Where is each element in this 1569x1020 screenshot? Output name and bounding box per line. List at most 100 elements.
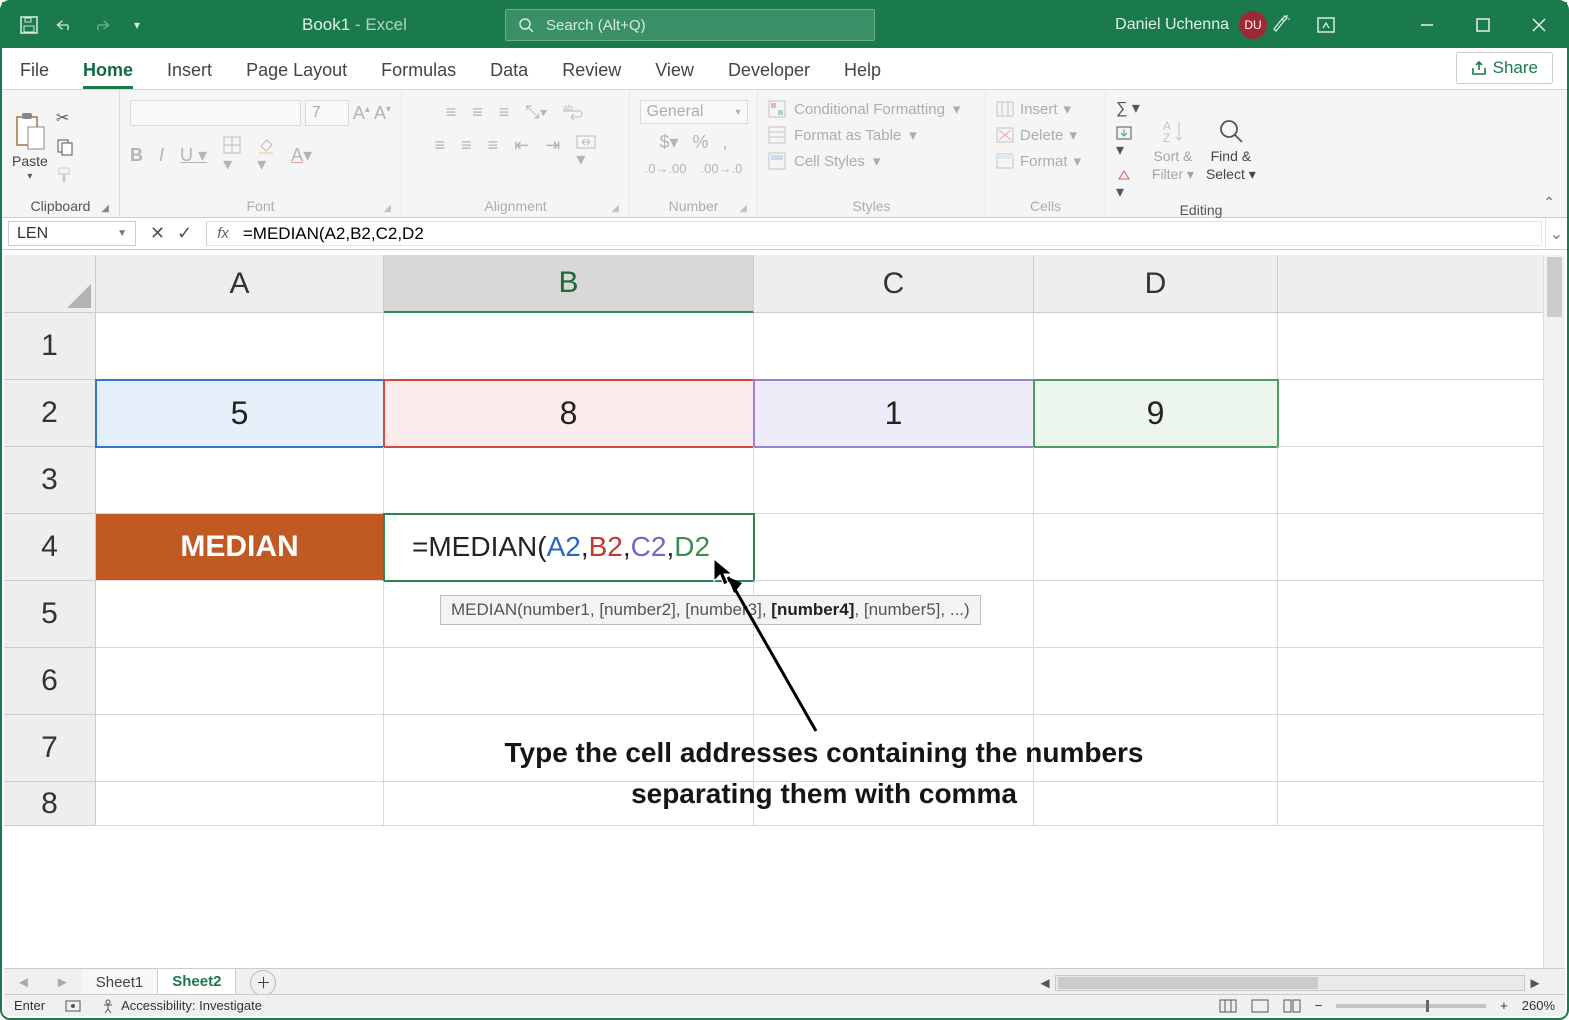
cell-rest-8[interactable] (1278, 782, 1565, 826)
cell-rest-7[interactable] (1278, 715, 1565, 782)
cell-a5[interactable] (96, 581, 384, 648)
autosum-icon[interactable]: ∑ ▾ (1116, 98, 1140, 118)
row-header-1[interactable]: 1 (4, 313, 96, 380)
fx-icon[interactable]: fx (217, 225, 229, 242)
save-icon[interactable] (18, 14, 40, 36)
macro-record-icon[interactable] (65, 999, 81, 1013)
coming-soon-icon[interactable] (1269, 14, 1291, 36)
cell-d1[interactable] (1034, 313, 1278, 380)
cell-rest-4[interactable] (1278, 514, 1565, 581)
cell-d6[interactable] (1034, 648, 1278, 715)
cell-a8[interactable] (96, 782, 384, 826)
undo-icon[interactable] (54, 14, 76, 36)
cell-rest-6[interactable] (1278, 648, 1565, 715)
tab-insert[interactable]: Insert (167, 60, 212, 89)
cell-d2[interactable]: 9 (1034, 380, 1278, 447)
row-header-5[interactable]: 5 (4, 581, 96, 648)
tab-view[interactable]: View (655, 60, 694, 89)
row-header-4[interactable]: 4 (4, 514, 96, 581)
hscroll-left-icon[interactable]: ◄ (1035, 975, 1055, 992)
clipboard-launcher-icon[interactable]: ◢ (101, 203, 109, 214)
cut-icon[interactable]: ✂ (56, 108, 74, 128)
clear-icon[interactable]: ▾ (1116, 168, 1140, 202)
share-button[interactable]: Share (1456, 52, 1553, 84)
cell-a3[interactable] (96, 447, 384, 514)
row-header-7[interactable]: 7 (4, 715, 96, 782)
cell-b1[interactable] (384, 313, 754, 380)
tab-help[interactable]: Help (844, 60, 881, 89)
fill-icon[interactable]: ▾ (1116, 126, 1140, 160)
cell-c2[interactable]: 1 (754, 380, 1034, 447)
select-all-button[interactable] (4, 255, 96, 313)
minimize-button[interactable] (1399, 2, 1455, 48)
copy-icon[interactable] (56, 138, 74, 156)
hscroll-right-icon[interactable]: ► (1525, 975, 1545, 992)
sheet-nav-next-icon[interactable]: ► (43, 974, 82, 991)
tab-review[interactable]: Review (562, 60, 621, 89)
col-header-a[interactable]: A (96, 255, 384, 313)
formula-input[interactable]: fx =MEDIAN(A2,B2,C2,D2 (206, 221, 1542, 246)
font-launcher-icon[interactable]: ◢ (383, 203, 391, 214)
tab-formulas[interactable]: Formulas (381, 60, 456, 89)
qat-more-icon[interactable]: ▾ (126, 14, 148, 36)
vertical-scrollbar[interactable] (1543, 255, 1565, 968)
tab-home[interactable]: Home (83, 60, 133, 89)
display-options-icon[interactable] (1315, 14, 1337, 36)
cell-b2[interactable]: 8 (384, 380, 754, 447)
number-launcher-icon[interactable]: ◢ (739, 203, 747, 214)
cell-d4[interactable] (1034, 514, 1278, 581)
cell-rest-3[interactable] (1278, 447, 1565, 514)
view-page-layout-icon[interactable] (1251, 999, 1269, 1013)
accessibility-status[interactable]: Accessibility: Investigate (101, 998, 262, 1013)
view-page-break-icon[interactable] (1283, 999, 1301, 1013)
expand-formula-bar-icon[interactable]: ⌄ (1545, 218, 1567, 249)
col-header-d[interactable]: D (1034, 255, 1278, 313)
user-account[interactable]: Daniel Uchenna DU (1115, 11, 1267, 39)
cell-a7[interactable] (96, 715, 384, 782)
name-box[interactable]: LEN▼ (8, 221, 136, 246)
cell-d5[interactable] (1034, 581, 1278, 648)
view-normal-icon[interactable] (1219, 999, 1237, 1013)
search-box[interactable]: Search (Alt+Q) (505, 9, 875, 41)
collapse-ribbon-icon[interactable]: ⌃ (1543, 194, 1555, 211)
row-header-6[interactable]: 6 (4, 648, 96, 715)
zoom-slider[interactable] (1336, 1004, 1486, 1008)
formula-enter-icon[interactable]: ✓ (177, 223, 192, 244)
sheet-nav-prev-icon[interactable]: ◄ (4, 974, 43, 991)
row-header-2[interactable]: 2 (4, 380, 96, 447)
add-sheet-button[interactable]: ＋ (250, 970, 276, 996)
find-select-button[interactable]: Find &Select ▾ (1206, 118, 1256, 183)
tab-data[interactable]: Data (490, 60, 528, 89)
cell-rest-2[interactable] (1278, 380, 1565, 447)
zoom-level[interactable]: 260% (1522, 998, 1555, 1013)
tab-developer[interactable]: Developer (728, 60, 810, 89)
sheet-tab-2[interactable]: Sheet2 (158, 969, 236, 997)
tab-file[interactable]: File (20, 60, 49, 89)
col-header-b[interactable]: B (384, 255, 754, 313)
close-button[interactable] (1511, 2, 1567, 48)
cell-a6[interactable] (96, 648, 384, 715)
maximize-button[interactable] (1455, 2, 1511, 48)
alignment-launcher-icon[interactable]: ◢ (611, 203, 619, 214)
formula-cancel-icon[interactable]: ✕ (150, 223, 165, 244)
cell-d3[interactable] (1034, 447, 1278, 514)
cell-a2[interactable]: 5 (96, 380, 384, 447)
cell-b6[interactable] (384, 648, 754, 715)
cell-c1[interactable] (754, 313, 1034, 380)
cell-rest-1[interactable] (1278, 313, 1565, 380)
zoom-in-icon[interactable]: + (1500, 998, 1508, 1013)
cell-a4[interactable]: MEDIAN (96, 514, 384, 581)
horizontal-scrollbar[interactable]: ◄ ► (1035, 974, 1545, 992)
row-header-8[interactable]: 8 (4, 782, 96, 826)
cell-a1[interactable] (96, 313, 384, 380)
zoom-out-icon[interactable]: − (1315, 998, 1323, 1013)
col-header-rest[interactable] (1278, 255, 1565, 313)
cell-b4[interactable]: =MEDIAN(A2,B2,C2,D2 (384, 514, 754, 581)
sheet-tab-1[interactable]: Sheet1 (82, 970, 159, 995)
cell-c3[interactable] (754, 447, 1034, 514)
row-header-3[interactable]: 3 (4, 447, 96, 514)
cell-rest-5[interactable] (1278, 581, 1565, 648)
cell-b3[interactable] (384, 447, 754, 514)
tab-page-layout[interactable]: Page Layout (246, 60, 347, 89)
col-header-c[interactable]: C (754, 255, 1034, 313)
